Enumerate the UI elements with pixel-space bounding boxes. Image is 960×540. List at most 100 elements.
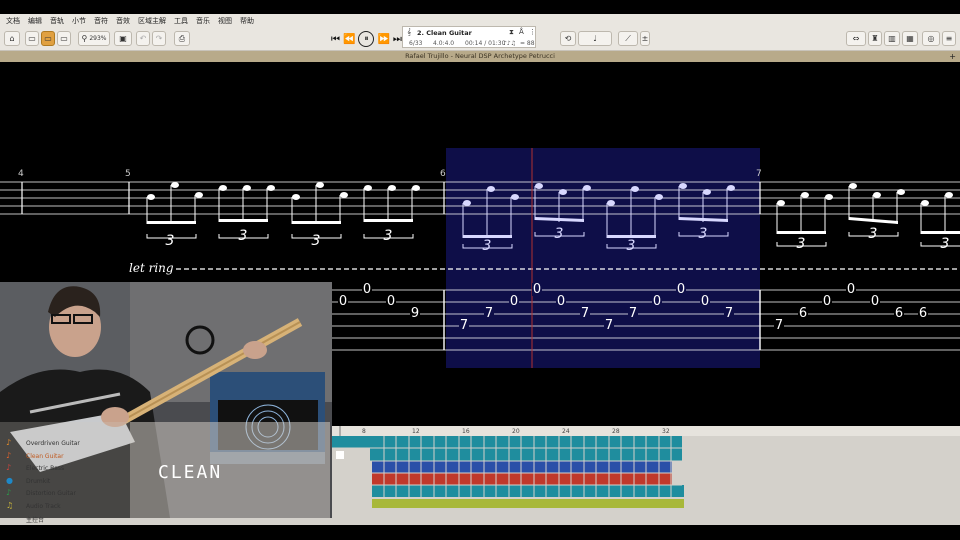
- tuning-icon: Å: [519, 28, 524, 36]
- menu-bar[interactable]: 小节: [72, 16, 86, 26]
- tab-fret[interactable]: 0: [338, 295, 348, 308]
- keyboard-button[interactable]: ▦: [902, 31, 918, 46]
- menu-section[interactable]: 区域主解: [138, 16, 166, 26]
- track-row[interactable]: ♫ Audio Track: [0, 500, 332, 512]
- triplet-label: 3: [698, 226, 708, 242]
- bar-number: 7: [756, 169, 762, 179]
- page-icon: ▭: [28, 34, 36, 43]
- previous-bar-button[interactable]: ⏪: [343, 34, 355, 45]
- loop-button[interactable]: ⟲: [560, 31, 576, 46]
- nav-arrows-button[interactable]: ⇔: [846, 31, 866, 46]
- menu-sound[interactable]: 音乐: [196, 16, 210, 26]
- display-icon: ▣: [119, 34, 127, 43]
- tab-fret[interactable]: 0: [700, 295, 710, 308]
- guitar-icon: ♪: [6, 488, 12, 497]
- triplet-label: 3: [626, 238, 636, 254]
- track-row[interactable]: ● Drumkit: [0, 475, 332, 487]
- print-icon: ⎙: [178, 33, 186, 43]
- redo-button[interactable]: ↷: [152, 31, 166, 46]
- mixer-button[interactable]: ≡: [942, 31, 956, 46]
- hourglass-icon: ⧗: [509, 28, 514, 36]
- speed-select[interactable]: ♩: [578, 31, 612, 46]
- tab-fret[interactable]: 7: [484, 307, 494, 320]
- last-bar-button[interactable]: ⏭: [393, 34, 402, 45]
- track-row[interactable]: ♪ Distortion Guitar: [0, 487, 332, 499]
- track-info-panel[interactable]: 𝄞 2. Clean Guitar ⧗ Å ⋮ 6/33 4.0:4.0 00:…: [402, 26, 536, 48]
- arrows-icon: ⇔: [852, 34, 860, 43]
- timeline-mark: 12: [412, 428, 420, 435]
- instrument-button[interactable]: ♜: [868, 31, 882, 46]
- metronome-button[interactable]: ⟋: [618, 31, 638, 46]
- horizontal-icon: ▭: [60, 34, 68, 43]
- bar-number: 4: [18, 169, 24, 179]
- audio-icon: ♫: [6, 501, 14, 510]
- track-row[interactable]: ♪ Electric Bass: [0, 462, 332, 474]
- track-row[interactable]: ♪ Clean Guitar: [0, 450, 332, 462]
- guitar-icon: ♜: [871, 34, 879, 43]
- menu-file[interactable]: 文档: [6, 16, 20, 26]
- tab-fret[interactable]: 0: [556, 295, 566, 308]
- tab-fret[interactable]: 7: [580, 307, 590, 320]
- tab-fret[interactable]: 0: [532, 283, 542, 296]
- menu-help[interactable]: 帮助: [240, 16, 254, 26]
- layout-horizontal-button[interactable]: ▭: [57, 31, 71, 46]
- home-button[interactable]: ⌂: [4, 31, 20, 46]
- track-row[interactable]: 主控台: [0, 512, 332, 524]
- timeline-mark: 28: [612, 428, 620, 435]
- tab-fret[interactable]: 7: [628, 307, 638, 320]
- triplet-group: [218, 185, 275, 222]
- menu-view[interactable]: 视图: [218, 16, 232, 26]
- layout-screen-button[interactable]: ▭: [41, 31, 55, 46]
- zoom-select[interactable]: ⚲ 293%: [78, 31, 110, 46]
- tab-fret[interactable]: 6: [798, 307, 808, 320]
- tab-fret[interactable]: 0: [822, 295, 832, 308]
- tab-fret[interactable]: 0: [386, 295, 396, 308]
- play-pause-button[interactable]: ⏸: [358, 31, 375, 47]
- timeline-mark: 24: [562, 428, 570, 435]
- guitar-icon: ♪: [6, 451, 12, 460]
- undo-icon: ↶: [139, 34, 147, 43]
- menu-note[interactable]: 音符: [94, 16, 108, 26]
- undo-button[interactable]: ↶: [136, 31, 150, 46]
- bar-number: 5: [125, 169, 131, 179]
- tuner-icon: ◎: [927, 34, 935, 43]
- tab-fret[interactable]: 0: [509, 295, 519, 308]
- track-name: Overdriven Guitar: [26, 440, 80, 447]
- tab-fret[interactable]: 6: [918, 307, 928, 320]
- zoom-value: 293%: [89, 35, 107, 42]
- tab-fret[interactable]: 0: [676, 283, 686, 296]
- tab-fret[interactable]: 0: [362, 283, 372, 296]
- loop-icon: ⟲: [564, 34, 572, 43]
- menu-edit[interactable]: 编辑: [28, 16, 42, 26]
- tab-fret[interactable]: 0: [870, 295, 880, 308]
- tab-fret[interactable]: 0: [846, 283, 856, 296]
- bass-icon: ♪: [6, 463, 12, 472]
- tab-fret[interactable]: 6: [894, 307, 904, 320]
- first-bar-button[interactable]: ⏮: [331, 34, 340, 45]
- bar5-notes: [146, 182, 420, 224]
- tuner-button[interactable]: ◎: [922, 31, 940, 46]
- add-icon[interactable]: +: [949, 51, 956, 62]
- menu-track[interactable]: 音轨: [50, 16, 64, 26]
- tab-fret[interactable]: 7: [604, 319, 614, 332]
- menu-tools[interactable]: 工具: [174, 16, 188, 26]
- display-mode-button[interactable]: ▣: [114, 31, 132, 46]
- menu-effects[interactable]: 音效: [116, 16, 130, 26]
- tab-fret[interactable]: 7: [774, 319, 784, 332]
- countdown-button[interactable]: ±: [640, 31, 650, 46]
- tab-fret[interactable]: 0: [652, 295, 662, 308]
- tab-fret[interactable]: 9: [410, 307, 420, 320]
- print-button[interactable]: ⎙: [174, 31, 190, 46]
- tab-fret[interactable]: 7: [724, 307, 734, 320]
- fretboard-button[interactable]: ▥: [884, 31, 900, 46]
- playback-time: 00:14 / 01:30: [465, 40, 506, 47]
- layout-page-button[interactable]: ▭: [25, 31, 39, 46]
- track-row[interactable]: ♪ Overdriven Guitar: [0, 437, 332, 449]
- guitar-icon: ♪: [6, 438, 12, 447]
- tab-fret[interactable]: 7: [459, 319, 469, 332]
- triplet-label: 3: [238, 228, 248, 244]
- next-bar-button[interactable]: ⏩: [377, 34, 389, 45]
- track-name: 主控台: [26, 517, 45, 524]
- selection-highlight: [446, 148, 760, 368]
- more-icon[interactable]: ⋮: [529, 28, 536, 36]
